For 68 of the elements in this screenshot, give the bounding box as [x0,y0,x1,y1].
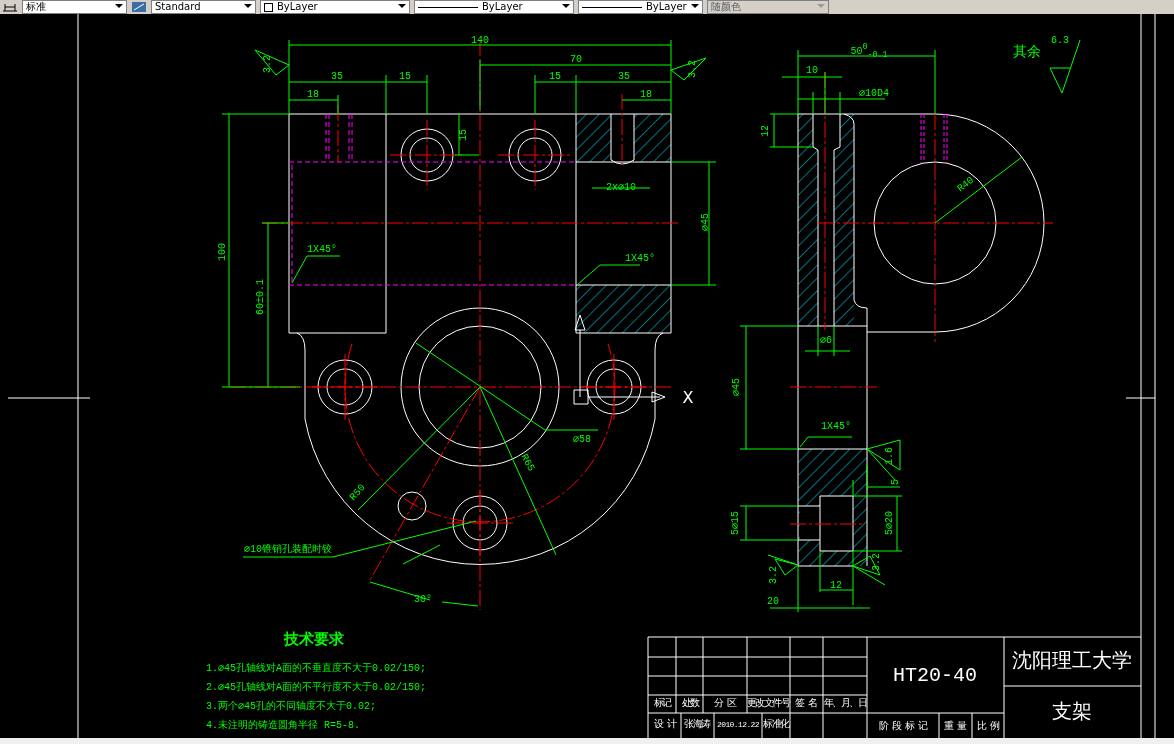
dimension-label: 30° [414,595,432,605]
dimstyle-dropdown[interactable]: Standard [151,0,256,14]
dimension-label: ⌀10D4 [859,89,889,99]
dimension-label: 18 [640,90,652,100]
table-cell: 重 量 [944,722,966,732]
dimension-label: ⌀45 [732,378,742,396]
requirement-text: 3.两个⌀45孔的不同轴度不大于0.02; [206,700,378,714]
surface-note-label: 其余 [1013,45,1041,59]
table-cell: 张海涛 [684,720,710,730]
dimension-label: 100 [218,243,228,261]
school-name: 沈阳理工大学 [1012,652,1132,672]
dimension-label: 1X45° [625,254,655,264]
roughness-value: 6.3 [1051,36,1069,46]
dimension-label: R65 [518,452,536,474]
dimension-label: 3.2 [263,55,273,73]
dimension-label: ⌀58 [573,435,591,445]
dimension-label: 35 [618,72,630,82]
dimension-label: 15 [459,129,469,141]
table-cell: 处数 [681,699,699,709]
dimension-label: R40 [955,175,977,195]
table-cell: 年、月、日 [823,699,867,709]
table-cell: 分 区 [714,699,736,709]
dimension-label: 140 [471,36,489,46]
dimension-label: ⌀10锥销孔装配时铰 [244,545,332,555]
dimension-label: 35 [331,72,343,82]
dimension-label: 1X45° [821,422,851,432]
dimension-label: 15 [399,72,411,82]
dimension-label: 1.6 [885,447,895,465]
table-cell: 更改文件号 [746,699,790,709]
dimension-label: 70 [570,55,582,65]
table-cell: 标准化 [763,720,789,730]
layer-color-dropdown[interactable]: ByLayer [260,0,410,14]
dimension-label: 5⌀20 [885,511,895,535]
dimension-label: 20 [767,597,779,607]
material-label: HT20-40 [893,666,977,686]
table-cell: 签 名 [795,699,817,709]
dimension-label: ⌀45 [701,213,711,231]
dimension-label: 12 [830,581,842,591]
requirement-text: 1.⌀45孔轴线对A面的不垂直度不大于0.02/150; [206,662,427,676]
dimension-label: 1X45° [307,245,337,255]
dimension-label: 3.2 [769,566,779,584]
dimension-label: 5⌀15 [731,511,741,535]
dimension-label: 18 [307,90,319,100]
axis-label: X [682,390,694,406]
part-name: 支架 [1052,703,1092,723]
textstyle-dropdown[interactable]: 标准 [22,0,127,14]
dimension-label: 2x⌀10 [606,183,636,193]
text-style-icon[interactable] [2,1,18,13]
dimension-label: 10 [806,66,818,76]
dimension-label: ⌀6 [820,336,832,346]
dimension-label: 15 [549,72,561,82]
table-cell: 比 例 [977,722,999,732]
dimension-style-icon[interactable] [131,1,147,13]
dimension-label: 12 [761,125,771,137]
ucs-icon [573,314,666,405]
dimension-label: R50 [348,482,368,504]
table-cell: 标记 [653,699,671,709]
requirement-text: 2.⌀45孔轴线对A面的不平行度不大于0.02/150; [206,681,427,695]
table-cell: 阶 段 标 记 [879,722,927,732]
dimension-label: 3.2 [872,553,882,571]
requirement-text: 4.未注明的铸造圆角半径 R=5-8. [206,719,361,733]
dimension-label: 5 [891,479,901,485]
requirements-title: 技术要求 [284,630,344,649]
table-cell: 设 计 [654,720,676,730]
dimension-label: 60±0.1 [256,279,266,315]
table-cell: 2010.12.22 [717,721,759,729]
lineweight-dropdown[interactable]: ByLayer [578,0,703,14]
linetype-dropdown[interactable]: ByLayer [414,0,574,14]
